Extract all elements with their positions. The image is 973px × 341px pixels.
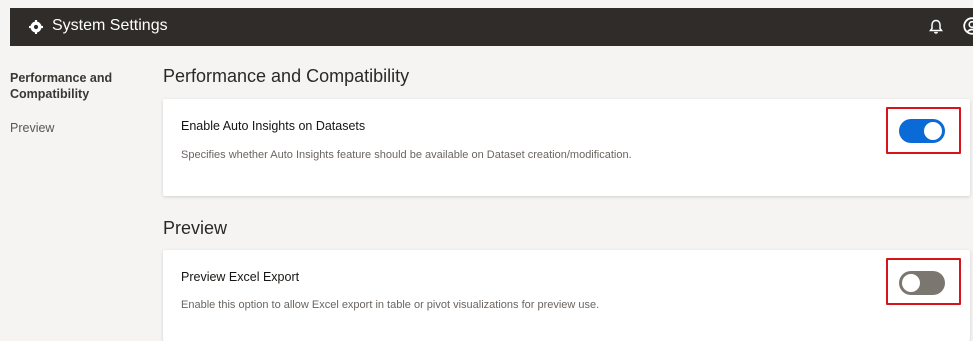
sidebar-item-preview[interactable]: Preview bbox=[10, 120, 54, 136]
setting-card-excel-export: Preview Excel Export Enable this option … bbox=[163, 250, 970, 341]
setting-title: Preview Excel Export bbox=[181, 270, 300, 284]
section-heading-performance: Performance and Compatibility bbox=[163, 66, 410, 86]
bell-icon[interactable] bbox=[929, 19, 943, 35]
section-heading-preview: Preview bbox=[163, 218, 228, 238]
setting-title: Enable Auto Insights on Datasets bbox=[181, 119, 366, 133]
sidebar-item-performance[interactable]: Performance and Compatibility bbox=[10, 70, 130, 102]
gear-icon bbox=[29, 20, 43, 34]
toggle-knob bbox=[902, 274, 920, 292]
user-avatar-icon[interactable] bbox=[963, 17, 973, 35]
toggle-knob bbox=[924, 122, 942, 140]
app-title: System Settings bbox=[52, 17, 168, 34]
excel-export-toggle[interactable] bbox=[899, 271, 945, 295]
top-bar: System Settings bbox=[10, 8, 973, 46]
auto-insights-toggle[interactable] bbox=[899, 119, 945, 143]
setting-description: Specifies whether Auto Insights feature … bbox=[181, 149, 632, 161]
setting-description: Enable this option to allow Excel export… bbox=[181, 299, 600, 311]
setting-card-auto-insights: Enable Auto Insights on Datasets Specifi… bbox=[163, 99, 970, 196]
